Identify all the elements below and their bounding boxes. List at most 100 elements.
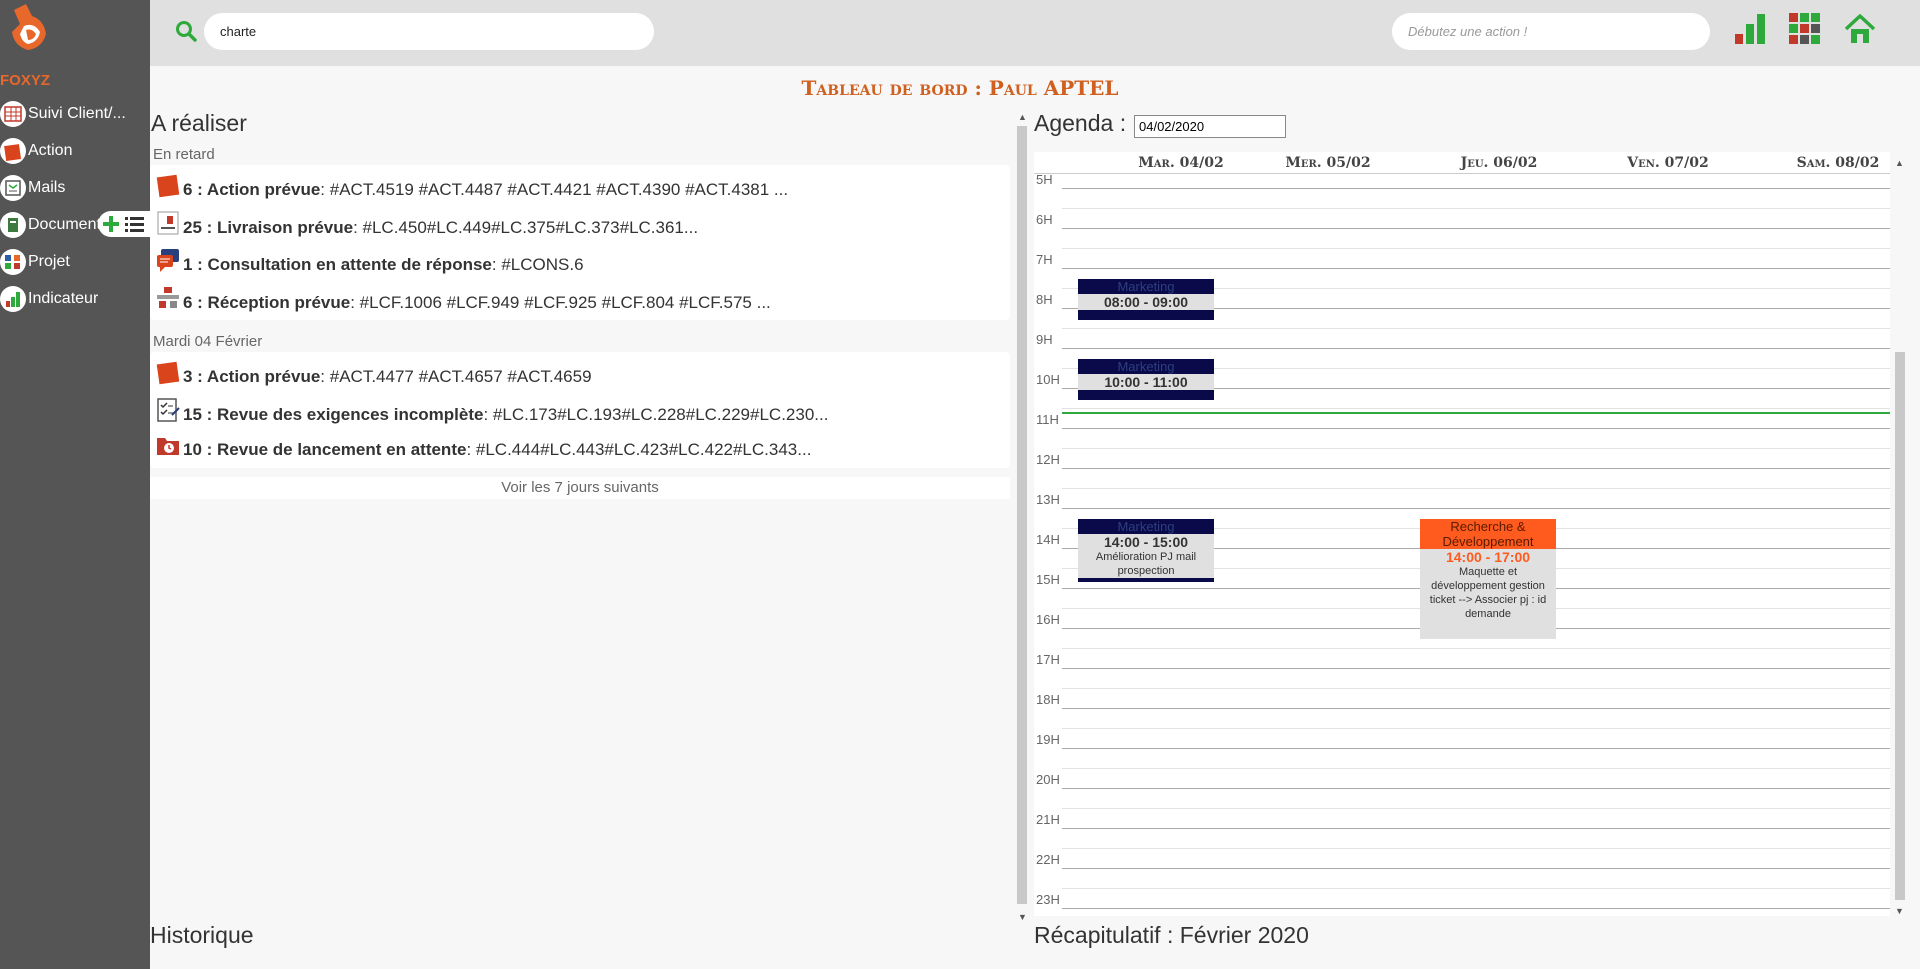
sidebar-item-action[interactable]: Action [0, 136, 150, 166]
project-icon [0, 249, 26, 275]
half-hour-line [1062, 688, 1890, 689]
sidebar-item-label: Suivi Client/... [28, 105, 126, 122]
task-row-livraison[interactable]: 25 : Livraison prévue : #LC.450#LC.449#L… [155, 211, 698, 244]
hour-label: 10H [1036, 372, 1060, 387]
hour-label: 20H [1036, 772, 1060, 787]
task-count: 1 : Consultation en attente de réponse [183, 255, 492, 274]
scroll-up-icon[interactable]: ▲ [1018, 112, 1027, 122]
hour-line [1062, 908, 1890, 909]
half-hour-line [1062, 848, 1890, 849]
agenda-scrollbar[interactable]: ▲ ▼ [1893, 152, 1905, 916]
todo-scrollbar[interactable]: ▲ ▼ [1015, 112, 1027, 922]
hour-label: 9H [1036, 332, 1053, 347]
search-input[interactable] [204, 13, 654, 50]
hour-line [1062, 268, 1890, 269]
half-hour-line [1062, 888, 1890, 889]
note-icon [156, 174, 180, 198]
task-row-action-today[interactable]: 3 : Action prévue : #ACT.4477 #ACT.4657 … [155, 361, 592, 393]
calendar-event[interactable]: Marketing 14:00 - 15:00 Amélioration PJ … [1078, 519, 1214, 582]
scrollbar-thumb[interactable] [1895, 352, 1905, 900]
event-description: Amélioration PJ mail prospection [1078, 550, 1214, 578]
history-heading: Historique [150, 922, 254, 948]
hour-label: 12H [1036, 452, 1060, 467]
event-category: Recherche & Développement [1442, 519, 1534, 549]
recap-heading: Récapitulatif : Février 2020 [1034, 922, 1309, 948]
event-description: Maquette et développement gestion ticket… [1420, 565, 1556, 639]
sidebar-item-indicateur[interactable]: Indicateur [0, 284, 150, 314]
half-hour-line [1062, 328, 1890, 329]
bar-chart-icon[interactable] [1733, 12, 1767, 46]
task-row-action[interactable]: 6 : Action prévue : #ACT.4519 #ACT.4487 … [155, 174, 788, 206]
hour-label: 8H [1036, 292, 1053, 307]
hour-label: 16H [1036, 612, 1060, 627]
task-row-revue-lancement[interactable]: 10 : Revue de lancement en attente : #LC… [155, 434, 811, 466]
event-time: 14:00 - 17:00 [1420, 549, 1556, 565]
calendar-event[interactable]: Marketing 10:00 - 11:00 [1078, 359, 1214, 400]
note-icon [156, 361, 180, 385]
hour-line [1062, 828, 1890, 829]
sidebar-item-suivi-client[interactable]: Suivi Client/... [0, 99, 150, 129]
task-row-consultation[interactable]: 1 : Consultation en attente de réponse :… [155, 249, 584, 281]
sidebar-item-label: Mails [28, 179, 66, 196]
home-icon[interactable] [1843, 12, 1877, 46]
plus-icon[interactable] [102, 215, 120, 233]
folder-clock-icon [157, 438, 179, 455]
event-time: 10:00 - 11:00 [1078, 374, 1214, 390]
task-refs: : #ACT.4519 #ACT.4487 #ACT.4421 #ACT.439… [320, 180, 789, 199]
scroll-up-icon[interactable]: ▲ [1895, 158, 1904, 168]
document-icon [0, 212, 26, 238]
sidebar-item-projet[interactable]: Projet [0, 247, 150, 277]
hour-label: 6H [1036, 212, 1053, 227]
day-header: Sam. 08/02 [1796, 155, 1880, 171]
see-next-days-link[interactable]: Voir les 7 jours suivants [150, 477, 1010, 499]
task-refs: : #ACT.4477 #ACT.4657 #ACT.4659 [320, 367, 592, 386]
task-row-reception[interactable]: 6 : Réception prévue : #LCF.1006 #LCF.94… [155, 287, 771, 319]
scrollbar-thumb[interactable] [1017, 126, 1027, 904]
task-refs: : #LCONS.6 [491, 255, 584, 274]
event-time: 08:00 - 09:00 [1078, 294, 1214, 310]
sidebar-item-mails[interactable]: Mails [0, 173, 150, 203]
task-count: 6 : Action prévue [183, 180, 321, 199]
action-input[interactable] [1392, 13, 1710, 50]
scroll-down-icon[interactable]: ▼ [1018, 912, 1027, 922]
page-title: Tableau de bord : Paul APTEL [801, 76, 1119, 100]
agenda-calendar: 5H 6H 7H 8H 9H 10H 11H 12H 13H 14H 15H 16H 17H 18H 19H… [1034, 152, 1890, 916]
hour-label: 19H [1036, 732, 1060, 747]
hour-label: 18H [1036, 692, 1060, 707]
search-icon[interactable] [174, 19, 198, 43]
hour-label: 17H [1036, 652, 1060, 667]
half-hour-line [1062, 448, 1890, 449]
day-header: Jeu. 06/02 [1460, 155, 1538, 171]
grid-icon[interactable] [1788, 12, 1822, 46]
hour-line [1062, 508, 1890, 509]
hour-line [1062, 868, 1890, 869]
sidebar-item-label: Action [28, 142, 73, 159]
hour-line [1062, 668, 1890, 669]
hour-label: 23H [1036, 892, 1060, 907]
day-header: Ven. 07/02 [1627, 155, 1709, 171]
hour-label: 13H [1036, 492, 1060, 507]
group-label-late: En retard [153, 146, 215, 163]
half-hour-line [1062, 648, 1890, 649]
list-icon[interactable] [124, 215, 146, 233]
mail-icon [0, 175, 26, 201]
sidebar-item-label: Projet [28, 253, 70, 270]
task-row-revue-exigences[interactable]: 15 : Revue des exigences incomplète : #L… [155, 398, 828, 431]
fox-logo-icon[interactable] [4, 2, 52, 54]
hour-line [1062, 748, 1890, 749]
sidebar: FOXYZ Suivi Client/... Action Mails Docu… [0, 0, 150, 969]
calendar-event[interactable]: Recherche & Développement 14:00 - 17:00 … [1420, 519, 1556, 639]
group-label-date: Mardi 04 Février [153, 333, 263, 350]
hour-label: 14H [1036, 532, 1060, 547]
task-count: 6 : Réception prévue [183, 293, 351, 312]
half-hour-line [1062, 408, 1890, 409]
scroll-down-icon[interactable]: ▼ [1895, 906, 1904, 916]
hour-line [1062, 788, 1890, 789]
calendar-event[interactable]: Marketing 08:00 - 09:00 [1078, 279, 1214, 320]
half-hour-line [1062, 208, 1890, 209]
grid-table-icon [0, 101, 26, 127]
chat-icon [157, 249, 179, 272]
agenda-date-input[interactable] [1134, 115, 1286, 138]
task-count: 15 : Revue des exigences incomplète [183, 405, 484, 424]
agenda-title: Agenda : [1034, 110, 1127, 136]
